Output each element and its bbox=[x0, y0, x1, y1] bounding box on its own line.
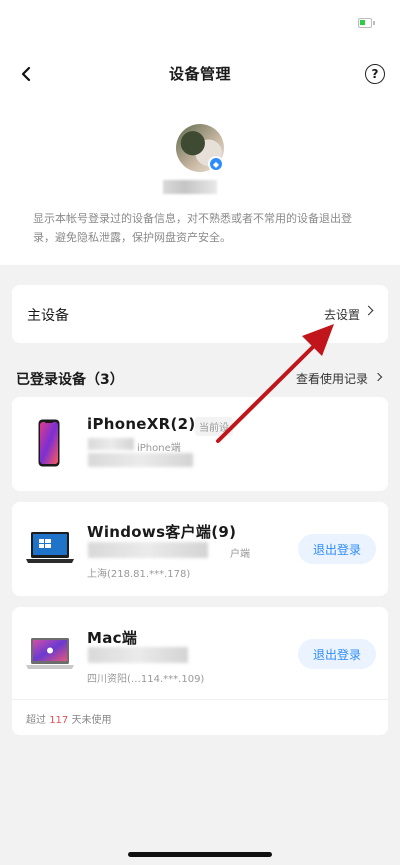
unused-suffix: 天未使用 bbox=[68, 715, 112, 726]
nav-bar: 设备管理 ? bbox=[0, 58, 400, 90]
page-title: 设备管理 bbox=[168, 65, 231, 83]
chevron-right-icon bbox=[373, 372, 383, 382]
macbook-icon bbox=[26, 638, 74, 669]
divider bbox=[12, 699, 388, 700]
redacted-info bbox=[88, 542, 208, 558]
device-type: 户端 bbox=[230, 549, 250, 560]
primary-device-setup-link[interactable]: 去设置 bbox=[324, 306, 360, 323]
primary-device-row[interactable]: 主设备 去设置 bbox=[12, 285, 388, 343]
primary-device-label: 主设备 bbox=[27, 308, 69, 324]
logout-button[interactable]: 退出登录 bbox=[298, 534, 376, 564]
device-card-iphone[interactable]: iPhoneXR(2) 当前设 iPhone端 bbox=[12, 397, 388, 491]
unused-prefix: 超过 bbox=[26, 715, 50, 726]
usage-history-link[interactable]: 查看使用记录 bbox=[296, 370, 368, 387]
current-device-badge: 当前设 bbox=[195, 417, 233, 436]
device-type: iPhone端 bbox=[137, 443, 181, 454]
device-card-windows[interactable]: Windows客户端(9) 户端 上海(218.81.***.178) 退出登录 bbox=[12, 502, 388, 596]
account-header-area: 设备管理 ? ◆ 显示本帐号登录过的设备信息，对不熟悉或者不常用的设备退出登录，… bbox=[0, 0, 400, 265]
vip-badge-icon: ◆ bbox=[208, 156, 224, 172]
device-location: 上海(218.81.***.178) bbox=[87, 569, 191, 580]
home-indicator[interactable] bbox=[128, 852, 272, 857]
device-name: iPhoneXR(2) bbox=[87, 415, 196, 433]
battery-icon bbox=[358, 18, 375, 28]
chevron-right-icon bbox=[363, 305, 374, 316]
username-redacted bbox=[163, 180, 217, 194]
unused-days: 117 bbox=[49, 715, 69, 726]
laptop-windows-icon bbox=[26, 532, 74, 563]
device-name: Mac端 bbox=[87, 629, 138, 647]
logged-in-devices-title: 已登录设备（3） bbox=[16, 372, 124, 388]
device-card-mac[interactable]: Mac端 四川资阳(…114.***.109) 退出登录 超过 117 天未使用 bbox=[12, 607, 388, 735]
unused-notice: 超过 117 天未使用 bbox=[26, 711, 111, 726]
redacted-info bbox=[88, 438, 134, 450]
iphone-icon bbox=[38, 419, 60, 467]
redacted-info bbox=[88, 453, 193, 467]
help-icon[interactable]: ? bbox=[365, 64, 385, 84]
redacted-info bbox=[88, 647, 188, 663]
device-name: Windows客户端(9) bbox=[87, 523, 237, 541]
logout-button[interactable]: 退出登录 bbox=[298, 639, 376, 669]
device-location: 四川资阳(…114.***.109) bbox=[87, 674, 205, 685]
account-description: 显示本帐号登录过的设备信息，对不熟悉或者不常用的设备退出登录，避免隐私泄露，保护… bbox=[33, 212, 352, 244]
